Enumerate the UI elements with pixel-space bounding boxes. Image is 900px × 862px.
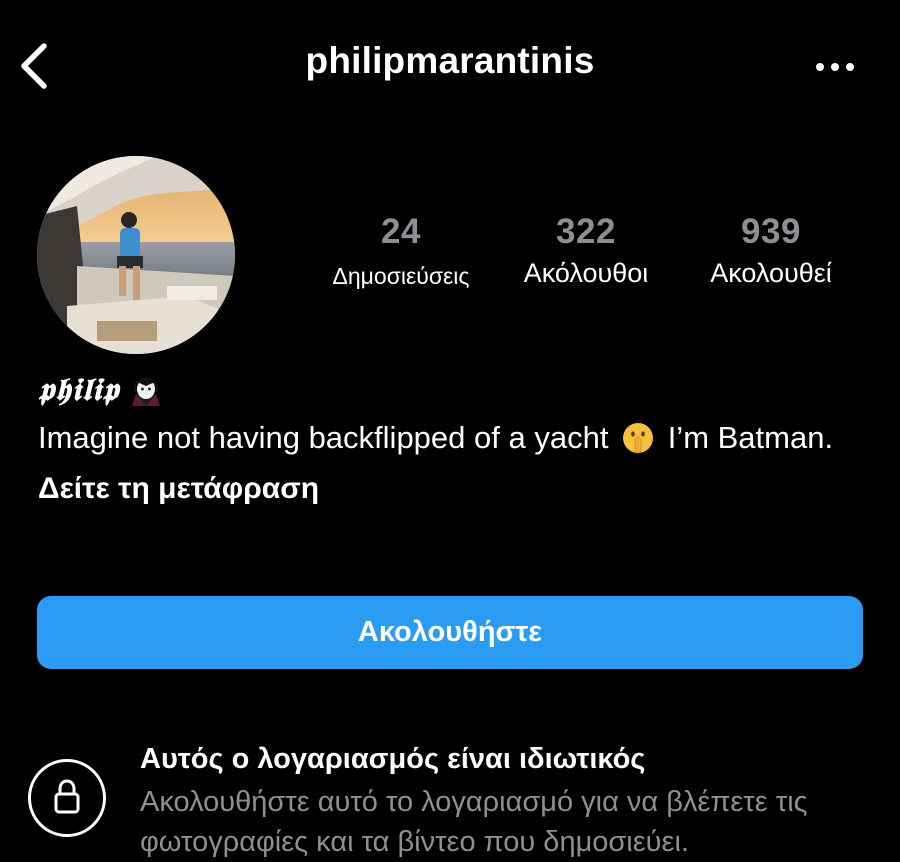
profile-avatar[interactable]	[37, 156, 235, 354]
private-account-description: Ακολουθήστε αυτό το λογαριασμό για να βλ…	[140, 786, 808, 858]
shushing-face-emoji	[621, 421, 655, 466]
display-name: 𝖕𝖍𝖎𝖑𝖎𝖕	[38, 372, 120, 408]
more-horizontal-icon	[816, 63, 854, 71]
see-translation-link[interactable]: Δείτε τη μετάφραση	[38, 472, 319, 506]
profile-photo	[37, 156, 235, 354]
posts-label: Δημοσιεύσεις	[332, 263, 470, 289]
following-stat[interactable]: 939 Ακολουθεί	[688, 212, 854, 289]
following-label: Ακολουθεί	[710, 258, 832, 288]
lock-icon	[54, 779, 80, 814]
lock-badge	[28, 759, 106, 837]
vampire-emoji	[130, 372, 162, 411]
follow-button[interactable]: Ακολουθήστε	[37, 596, 863, 669]
followers-count: 322	[556, 212, 616, 251]
more-options-button[interactable]	[808, 52, 862, 82]
private-account-title: Αυτός ο λογαριασμός είναι ιδιωτικός	[140, 743, 646, 775]
following-count: 939	[741, 212, 801, 251]
posts-count: 24	[381, 212, 421, 251]
followers-label: Ακόλουθοι	[523, 258, 649, 288]
bio-section: 𝖕𝖍𝖎𝖑𝖎𝖕 Imagine not having backflipped of…	[38, 372, 868, 506]
followers-stat[interactable]: 322 Ακόλουθοι	[504, 212, 668, 289]
bio-text-part1: Imagine not having backflipped of a yach…	[38, 420, 609, 455]
bio-text-part2: I’m Batman.	[667, 420, 834, 455]
page-title: philipmarantinis	[305, 40, 595, 81]
profile-header: philipmarantinis	[0, 0, 900, 130]
posts-stat: 24 Δημοσιεύσεις	[316, 212, 486, 290]
bio-text: Imagine not having backflipped of a yach…	[38, 417, 838, 466]
